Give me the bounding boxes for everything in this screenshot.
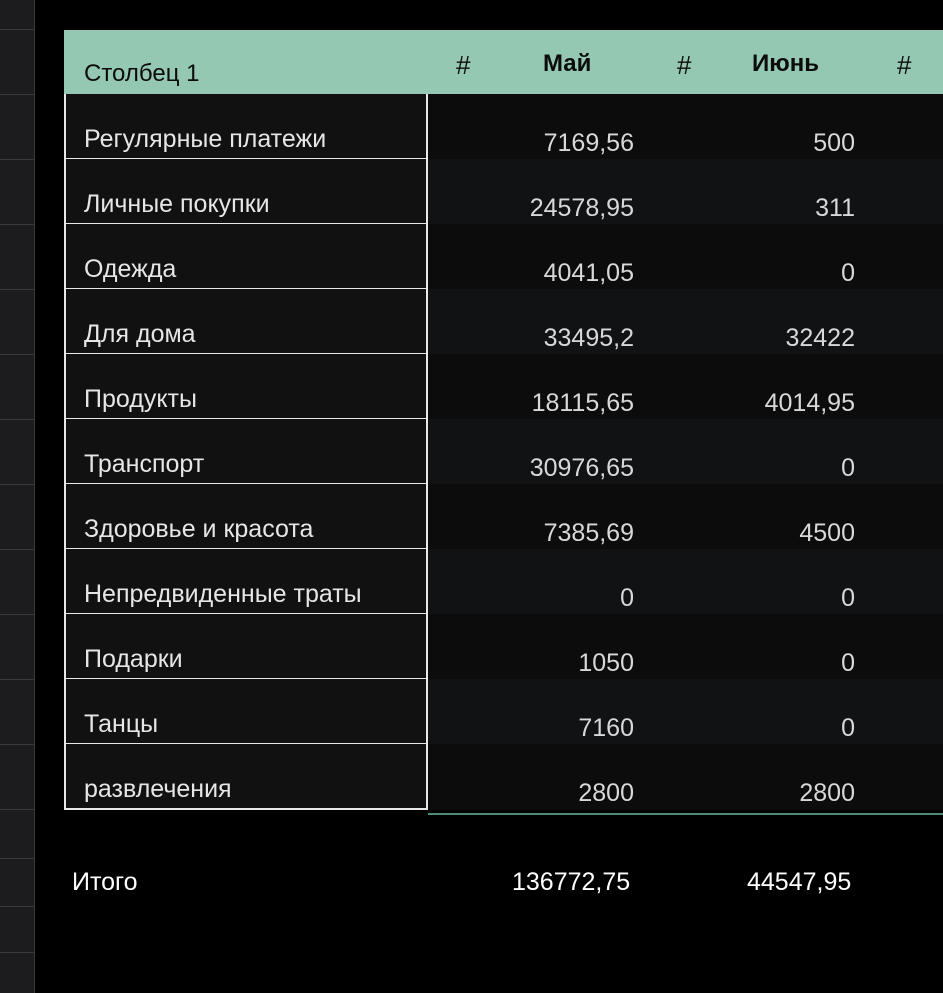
sidebar-divider [0, 29, 34, 30]
category-cell[interactable]: развлечения [64, 744, 428, 810]
table-row: Танцы 7160 0 [64, 679, 943, 745]
category-cell[interactable]: Подарки [64, 614, 428, 680]
values-area: 2800 2800 [428, 744, 943, 810]
totals-row: Итого 136772,75 44547,95 [0, 868, 943, 908]
table-row: Для дома 33495,2 32422 [64, 289, 943, 355]
values-area: 7169,56 500 [428, 94, 943, 160]
sidebar-divider [0, 354, 34, 355]
category-label: Регулярные платежи [84, 125, 327, 153]
table-row: Непредвиденные траты 0 0 [64, 549, 943, 615]
may-value[interactable]: 2800 [578, 779, 634, 808]
category-label: развлечения [84, 775, 232, 803]
table-row: Продукты 18115,65 4014,95 [64, 354, 943, 420]
category-cell[interactable]: Танцы [64, 679, 428, 745]
june-value[interactable]: 2800 [799, 779, 855, 808]
may-value[interactable]: 7169,56 [544, 129, 634, 158]
table-row: Подарки 1050 0 [64, 614, 943, 680]
may-value[interactable]: 0 [620, 584, 634, 613]
hash-icon[interactable]: # [897, 50, 911, 81]
totals-may[interactable]: 136772,75 [512, 868, 630, 897]
sidebar-divider [0, 484, 34, 485]
values-area: 18115,65 4014,95 [428, 354, 943, 420]
sidebar-divider [0, 419, 34, 420]
june-value[interactable]: 4500 [799, 519, 855, 548]
may-value[interactable]: 1050 [578, 649, 634, 678]
june-value[interactable]: 4014,95 [765, 389, 855, 418]
sidebar-divider [0, 809, 34, 810]
table-row: Личные покупки 24578,95 311 [64, 159, 943, 225]
june-value[interactable]: 0 [841, 649, 855, 678]
hash-icon[interactable]: # [677, 50, 691, 81]
sidebar-divider [0, 679, 34, 680]
category-label: Подарки [84, 645, 183, 673]
table-row: развлечения 2800 2800 [64, 744, 943, 810]
sidebar-divider [0, 94, 34, 95]
june-value[interactable]: 0 [841, 454, 855, 483]
header-june[interactable]: Июнь [752, 50, 819, 78]
totals-june[interactable]: 44547,95 [747, 868, 851, 897]
category-cell[interactable]: Регулярные платежи [64, 94, 428, 160]
values-area: 4041,05 0 [428, 224, 943, 290]
table-bottom-border [428, 813, 943, 815]
header-col1[interactable]: Столбец 1 [84, 60, 199, 88]
sidebar-divider [0, 858, 34, 859]
category-label: Продукты [84, 385, 197, 413]
category-label: Транспорт [84, 450, 205, 478]
sidebar-divider [0, 614, 34, 615]
sidebar-divider [0, 952, 34, 953]
may-value[interactable]: 7160 [578, 714, 634, 743]
category-cell[interactable]: Здоровье и красота [64, 484, 428, 550]
category-cell[interactable]: Непредвиденные траты [64, 549, 428, 615]
sidebar-divider [0, 224, 34, 225]
june-value[interactable]: 311 [815, 194, 855, 223]
june-value[interactable]: 0 [841, 259, 855, 288]
hash-icon[interactable]: # [456, 50, 470, 81]
category-cell[interactable]: Продукты [64, 354, 428, 420]
may-value[interactable]: 18115,65 [532, 389, 634, 418]
category-cell[interactable]: Для дома [64, 289, 428, 355]
category-label: Для дома [84, 320, 196, 348]
category-cell[interactable]: Личные покупки [64, 159, 428, 225]
table-body: Регулярные платежи 7169,56 500 Личные по… [64, 94, 943, 810]
values-area: 7385,69 4500 [428, 484, 943, 550]
values-area: 24578,95 311 [428, 159, 943, 225]
category-cell[interactable]: Транспорт [64, 419, 428, 485]
sidebar-strip [0, 0, 35, 993]
may-value[interactable]: 33495,2 [544, 324, 634, 353]
category-cell[interactable]: Одежда [64, 224, 428, 290]
june-value[interactable]: 0 [841, 584, 855, 613]
sidebar-divider [0, 549, 34, 550]
expense-table: Столбец 1 # Май # Июнь # Регулярные плат… [64, 30, 943, 815]
table-row: Транспорт 30976,65 0 [64, 419, 943, 485]
sidebar-divider [0, 744, 34, 745]
table-row: Одежда 4041,05 0 [64, 224, 943, 290]
june-value[interactable]: 0 [841, 714, 855, 743]
values-area: 33495,2 32422 [428, 289, 943, 355]
may-value[interactable]: 30976,65 [530, 454, 634, 483]
header-may[interactable]: Май [543, 50, 591, 78]
category-label: Здоровье и красота [84, 515, 314, 543]
may-value[interactable]: 4041,05 [544, 259, 634, 288]
sidebar-divider [0, 159, 34, 160]
values-area: 7160 0 [428, 679, 943, 745]
values-area: 30976,65 0 [428, 419, 943, 485]
june-value[interactable]: 32422 [785, 324, 855, 353]
category-label: Непредвиденные траты [84, 580, 362, 608]
sidebar-divider [0, 289, 34, 290]
values-area: 0 0 [428, 549, 943, 615]
values-area: 1050 0 [428, 614, 943, 680]
table-row: Регулярные платежи 7169,56 500 [64, 94, 943, 160]
may-value[interactable]: 24578,95 [530, 194, 634, 223]
category-label: Одежда [84, 255, 177, 283]
totals-label: Итого [72, 868, 138, 896]
table-header: Столбец 1 # Май # Июнь # [64, 30, 943, 94]
june-value[interactable]: 500 [813, 129, 855, 158]
may-value[interactable]: 7385,69 [544, 519, 634, 548]
table-row: Здоровье и красота 7385,69 4500 [64, 484, 943, 550]
category-label: Танцы [84, 710, 159, 738]
category-label: Личные покупки [84, 190, 270, 218]
